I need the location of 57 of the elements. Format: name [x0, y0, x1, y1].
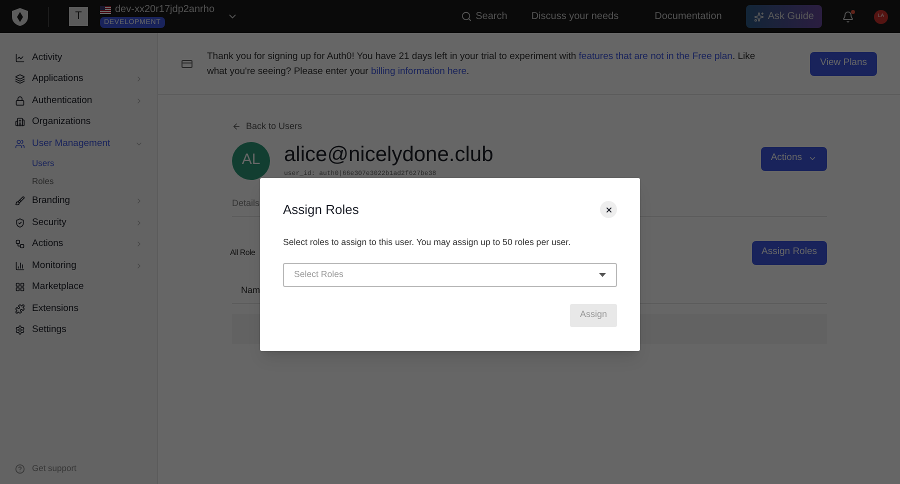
line-chart-icon	[15, 52, 25, 63]
sidebar-item[interactable]: Applications	[15, 68, 143, 90]
sidebar-item[interactable]: Marketplace	[15, 276, 143, 298]
lock-icon	[15, 96, 25, 106]
sidebar-item[interactable]: Activity	[15, 47, 143, 68]
sidebar-item[interactable]: Branding	[15, 190, 143, 212]
actions-button[interactable]: Actions	[760, 146, 827, 170]
sidebar-subitem[interactable]: Users	[15, 154, 143, 172]
sparkle-icon	[754, 12, 764, 22]
brush-icon	[15, 196, 25, 206]
bar-chart-icon	[15, 260, 25, 271]
sidebar-item[interactable]: Actions	[15, 234, 143, 255]
puzzle-icon	[15, 304, 25, 314]
nav-link[interactable]: Discuss your needs	[519, 9, 631, 24]
arrow-left-icon	[232, 122, 241, 132]
chevron-down-icon	[808, 154, 817, 163]
dialog-title: Assign Roles	[283, 201, 359, 219]
settings-icon	[15, 325, 25, 336]
grid-icon	[15, 282, 25, 292]
flag-icon	[100, 6, 111, 14]
dialog-description: Select roles to assign to this user. You may assign up to 50 roles per user.	[283, 236, 572, 249]
tenant-avatar[interactable]: T	[69, 7, 88, 26]
view-plans-button[interactable]: View Plans	[810, 52, 877, 76]
banner-link[interactable]: features that are not in the Free plan	[576, 50, 732, 62]
sidebar-item[interactable]: Settings	[15, 320, 143, 341]
column-header: Nam	[241, 284, 260, 297]
close-button[interactable]	[600, 201, 617, 218]
banner-text: Thank you for signing up for Auth0! You have 21 days left in your trial to experiment with features that are not in the Free plan. Like what you're seeing? Please enter your billing information here.	[207, 50, 756, 78]
building-icon	[15, 117, 25, 128]
help-icon	[15, 464, 25, 474]
bell-icon[interactable]	[842, 10, 854, 22]
workflow-icon	[15, 239, 25, 250]
nav-link[interactable]: Documentation	[642, 9, 734, 24]
sidebar-item[interactable]: Authentication	[15, 90, 143, 112]
assign-roles-button[interactable]: Assign Roles	[752, 240, 827, 264]
credit-card-icon	[181, 58, 193, 70]
back-link[interactable]: Back to Users	[232, 120, 827, 134]
sidebar-item[interactable]: Extensions	[15, 298, 143, 320]
user-email: alice@nicelydone.club	[284, 142, 494, 168]
users-icon	[15, 138, 25, 149]
select-roles-dropdown[interactable]: Select Roles	[283, 262, 617, 287]
sidebar-item[interactable]: Organizations	[15, 112, 143, 133]
sidebar-item[interactable]: Monitoring	[15, 255, 143, 276]
close-icon	[604, 206, 612, 214]
shield-logo-icon[interactable]	[12, 8, 28, 26]
search-button[interactable]: Search	[460, 9, 508, 24]
caret-down-icon	[599, 272, 606, 277]
search-icon	[460, 11, 472, 22]
sidebar-item[interactable]: User Management	[15, 133, 143, 154]
sidebar-subitem[interactable]: Roles	[15, 172, 143, 190]
user-avatar: AL	[232, 142, 270, 180]
tenant-name[interactable]: dev-xx20r17jdp2anrho	[115, 5, 215, 15]
banner-link[interactable]: billing information here	[368, 66, 467, 76]
layers-icon	[15, 74, 25, 84]
section-title: All Role	[230, 246, 256, 258]
shield-icon	[15, 218, 25, 228]
sidebar-item[interactable]: Security	[15, 212, 143, 234]
